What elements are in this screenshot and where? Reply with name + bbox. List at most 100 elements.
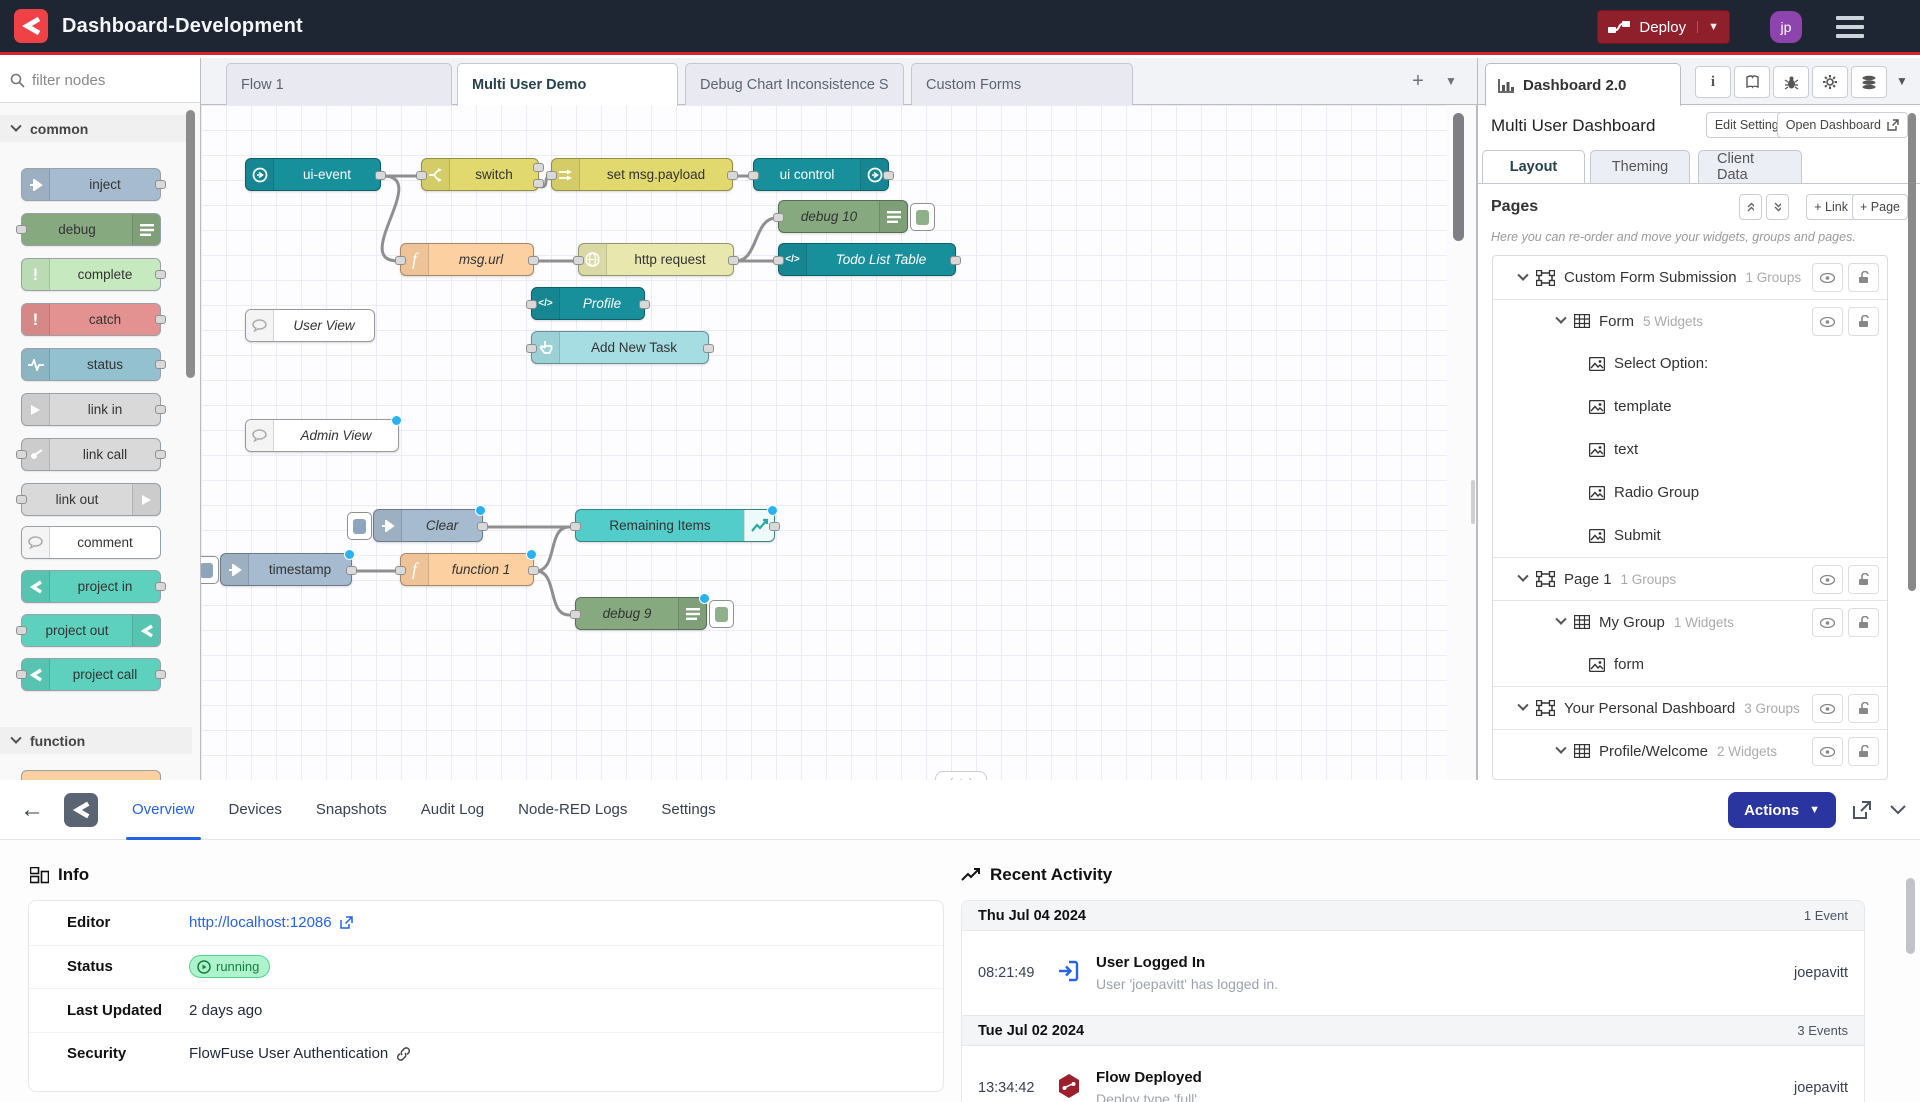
activity-event-row[interactable]: 13:34:42 Flow DeployedDeploy type 'full'…	[962, 1046, 1864, 1102]
tab-debug-chart[interactable]: Debug Chart Inconsistence S	[685, 63, 904, 105]
tree-group-form[interactable]: Form5 Widgets	[1493, 299, 1887, 342]
page-scrollbar[interactable]	[1906, 878, 1915, 954]
visibility-eye-button[interactable]	[1812, 263, 1843, 292]
tree-widget-text[interactable]: text	[1493, 428, 1887, 471]
unlock-button[interactable]	[1848, 565, 1879, 594]
visibility-eye-button[interactable]	[1812, 737, 1843, 766]
palette-node-inject[interactable]: inject	[21, 168, 161, 201]
debug-toggle-button[interactable]	[910, 203, 935, 231]
deploy-options-caret[interactable]: ▼	[1697, 21, 1719, 33]
flow-canvas[interactable]: ui-event switch set msg.payload ui contr…	[201, 105, 1447, 780]
unlock-button[interactable]	[1848, 608, 1879, 637]
canvas-vertical-scrollbar[interactable]	[1453, 113, 1464, 241]
tree-widget-template[interactable]: template	[1493, 385, 1887, 428]
palette-node-link-out[interactable]: link out	[21, 483, 161, 516]
back-arrow-icon[interactable]: ←	[20, 796, 44, 824]
node-switch[interactable]: switch	[421, 158, 539, 191]
palette-node-link-call[interactable]: link call	[21, 438, 161, 471]
node-clear-inject[interactable]: Clear	[373, 509, 483, 542]
tree-page-custom-form-submission[interactable]: Custom Form Submission1 Groups	[1493, 256, 1887, 299]
palette-search[interactable]	[0, 58, 201, 103]
sidebar-menu-caret[interactable]: ▼	[1896, 74, 1908, 88]
tab-devices[interactable]: Devices	[229, 780, 282, 840]
flowfuse-logo-icon[interactable]	[14, 9, 48, 43]
palette-scrollbar[interactable]	[186, 110, 195, 378]
visibility-eye-button[interactable]	[1812, 694, 1843, 723]
canvas-drag-handle[interactable]: ‹·›	[935, 771, 987, 780]
gear-icon[interactable]	[1812, 66, 1848, 98]
open-editor-icon[interactable]	[1852, 800, 1872, 820]
unlock-button[interactable]	[1848, 307, 1879, 336]
context-stack-icon[interactable]	[1851, 66, 1887, 98]
unlock-button[interactable]	[1848, 263, 1879, 292]
tree-widget-form[interactable]: form	[1493, 643, 1887, 686]
bug-icon[interactable]	[1773, 66, 1809, 98]
tab-flow-1[interactable]: Flow 1	[226, 63, 452, 105]
collapse-panel-chevron-icon[interactable]	[1890, 805, 1906, 815]
expand-all-button[interactable]	[1766, 194, 1789, 220]
node-remaining-items[interactable]: Remaining Items	[575, 509, 775, 542]
node-ui-event[interactable]: ui-event	[245, 158, 381, 191]
open-dashboard-button[interactable]: Open Dashboard	[1777, 112, 1908, 138]
palette-node-project-in[interactable]: project in	[21, 570, 161, 603]
palette-node-partial[interactable]	[21, 770, 161, 780]
sidebar-tab-dashboard-2[interactable]: Dashboard 2.0	[1485, 63, 1681, 106]
add-link-button[interactable]: + Link	[1806, 194, 1856, 220]
tab-client-data[interactable]: Client Data	[1698, 150, 1802, 184]
node-ui-control[interactable]: ui control	[753, 158, 889, 191]
tab-theming[interactable]: Theming	[1590, 150, 1690, 184]
tree-widget-radio-group[interactable]: Radio Group	[1493, 471, 1887, 514]
deploy-button[interactable]: Deploy ▼	[1597, 10, 1730, 44]
tab-custom-forms[interactable]: Custom Forms	[911, 63, 1133, 105]
node-todo-list-table[interactable]: </> Todo List Table	[778, 243, 956, 276]
tab-overview[interactable]: Overview	[132, 780, 195, 840]
actions-button[interactable]: Actions▼	[1728, 792, 1836, 828]
activity-event-row[interactable]: 08:21:49 User Logged InUser 'joepavitt' …	[962, 931, 1864, 1016]
node-msg-url[interactable]: f msg.url	[400, 243, 534, 276]
node-user-view-comment[interactable]: User View	[245, 309, 375, 342]
palette-node-project-out[interactable]: project out	[21, 614, 161, 647]
palette-category-common[interactable]: common	[0, 115, 192, 142]
editor-link[interactable]: http://localhost:12086	[189, 914, 332, 931]
node-debug-10[interactable]: debug 10	[778, 200, 908, 233]
tab-node-red-logs[interactable]: Node-RED Logs	[518, 780, 627, 840]
avatar[interactable]: jp	[1770, 11, 1802, 43]
palette-node-project-call[interactable]: project call	[21, 658, 161, 691]
debug-toggle-button[interactable]	[709, 600, 734, 628]
visibility-eye-button[interactable]	[1812, 307, 1843, 336]
add-page-button[interactable]: + Page	[1852, 194, 1908, 220]
visibility-eye-button[interactable]	[1812, 565, 1843, 594]
palette-node-comment[interactable]: comment	[21, 526, 161, 559]
tree-page-page-1[interactable]: Page 11 Groups	[1493, 557, 1887, 600]
node-function-1[interactable]: f function 1	[400, 553, 534, 586]
add-flow-button[interactable]: +	[1405, 70, 1431, 93]
node-profile[interactable]: </> Profile	[531, 287, 645, 320]
node-timestamp-inject[interactable]: timestamp	[220, 553, 352, 586]
node-set-msg-payload[interactable]: set msg.payload	[551, 158, 733, 191]
palette-node-status[interactable]: status	[21, 348, 161, 381]
sidebar-scrollbar[interactable]	[1908, 113, 1916, 591]
node-admin-view-comment[interactable]: Admin View	[245, 419, 399, 452]
unlock-button[interactable]	[1848, 737, 1879, 766]
palette-node-catch[interactable]: ! catch	[21, 303, 161, 336]
palette-node-debug[interactable]: debug	[21, 213, 161, 246]
tab-layout[interactable]: Layout	[1482, 150, 1585, 184]
node-debug-9[interactable]: debug 9	[575, 597, 707, 630]
tree-group-my-group[interactable]: My Group1 Widgets	[1493, 600, 1887, 643]
tree-page-your-personal-dashboard[interactable]: Your Personal Dashboard3 Groups	[1493, 686, 1887, 729]
unlock-button[interactable]	[1848, 694, 1879, 723]
tab-snapshots[interactable]: Snapshots	[316, 780, 387, 840]
flow-list-caret[interactable]: ▼	[1445, 74, 1457, 88]
tree-group-profile-welcome[interactable]: Profile/Welcome2 Widgets	[1493, 729, 1887, 772]
collapse-all-button[interactable]	[1739, 194, 1762, 220]
palette-filter-input[interactable]	[32, 72, 182, 89]
tab-audit-log[interactable]: Audit Log	[421, 780, 484, 840]
palette-category-function[interactable]: function	[0, 727, 192, 754]
inject-button[interactable]	[347, 512, 372, 540]
info-icon[interactable]: i	[1695, 66, 1731, 98]
tree-widget-submit[interactable]: Submit	[1493, 514, 1887, 557]
sidebar-gutter-scrollbar[interactable]	[1471, 480, 1475, 524]
node-add-new-task[interactable]: Add New Task	[531, 331, 709, 364]
node-http-request[interactable]: http request	[578, 243, 734, 276]
help-book-icon[interactable]	[1734, 66, 1770, 98]
